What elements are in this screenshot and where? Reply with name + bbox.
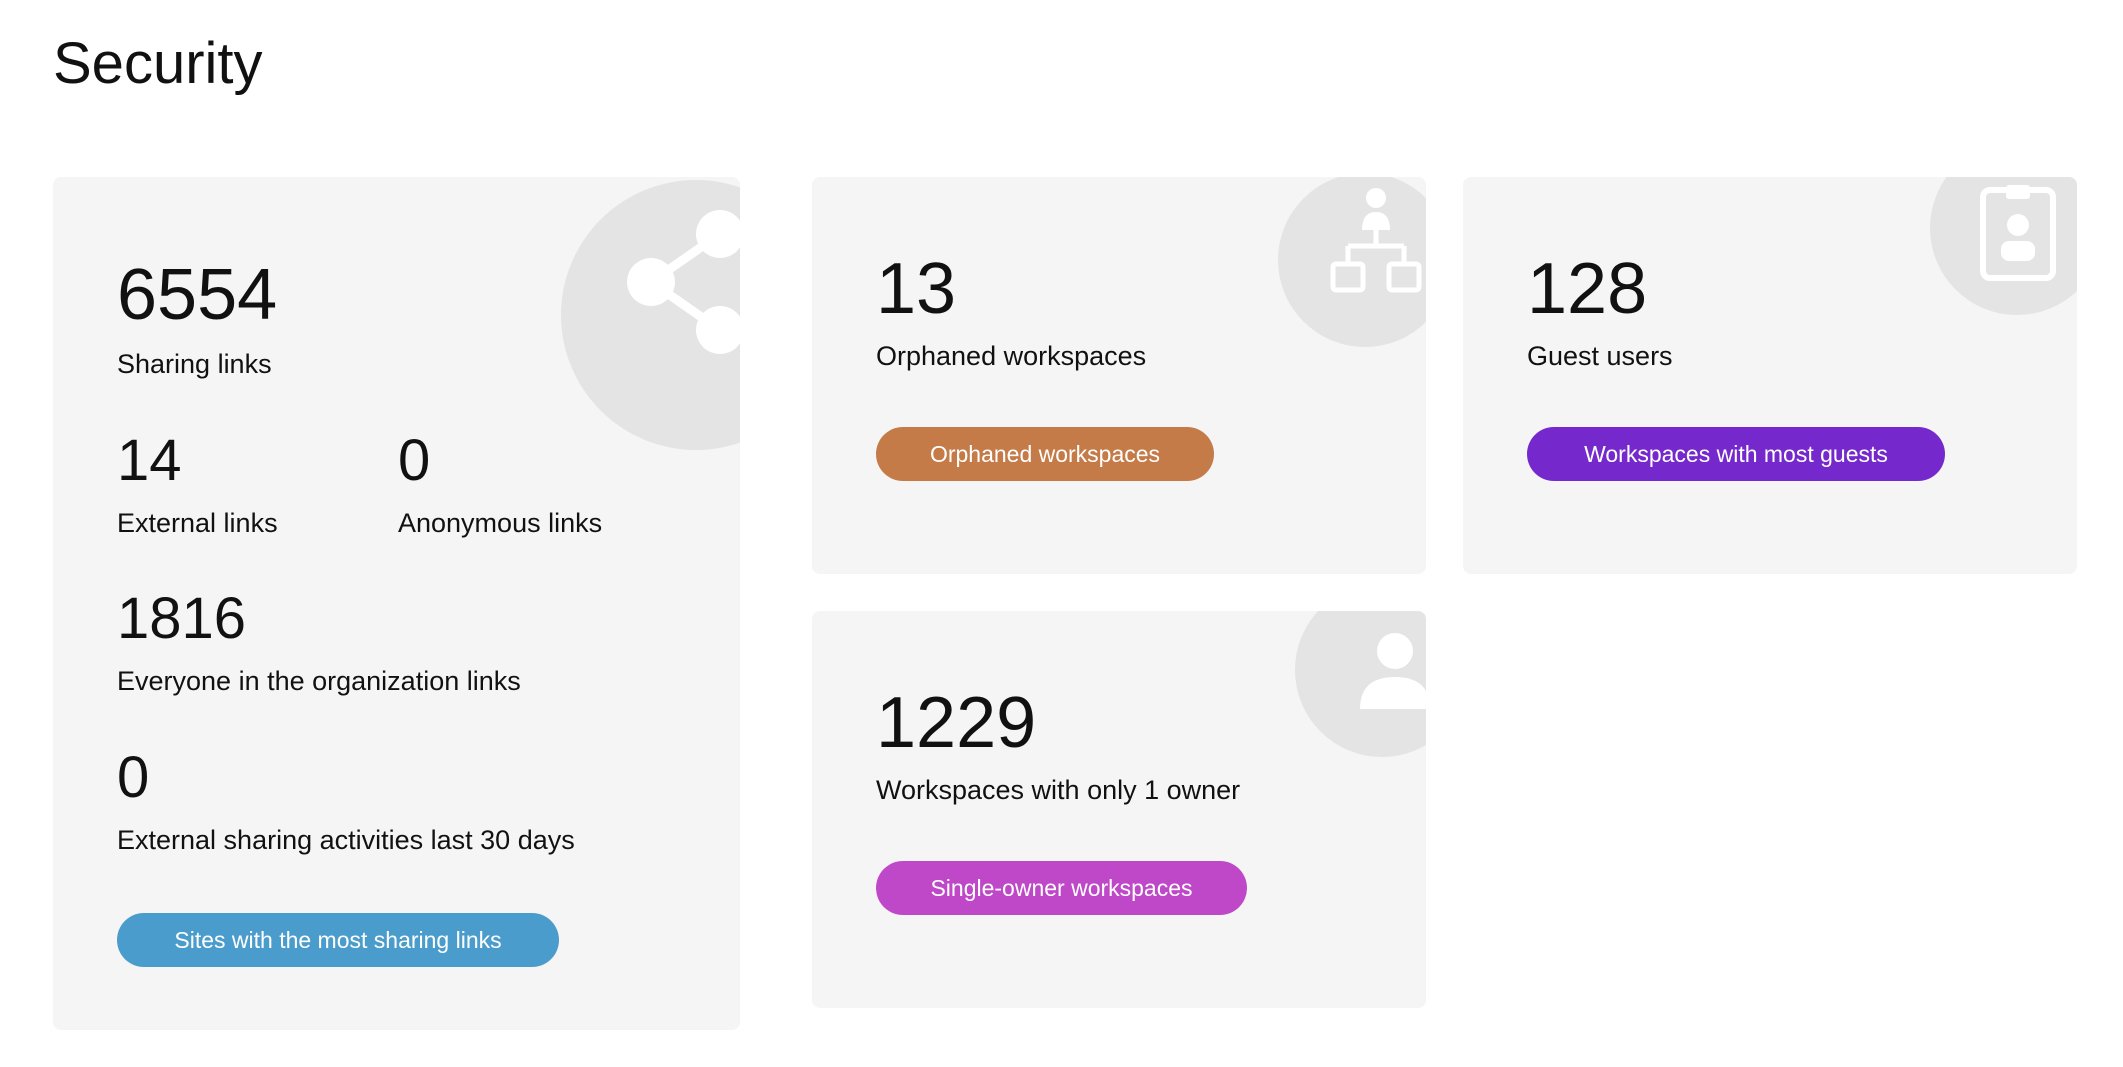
workspaces-most-guests-button[interactable]: Workspaces with most guests xyxy=(1527,427,1945,481)
anonymous-links-value: 0 xyxy=(398,428,431,493)
guest-users-card: 128 Guest users Workspaces with most gue… xyxy=(1463,177,2077,574)
single-owner-workspaces-card: 1229 Workspaces with only 1 owner Single… xyxy=(812,611,1426,1008)
org-links-label: Everyone in the organization links xyxy=(117,666,521,696)
person-icon-circle xyxy=(1295,611,1426,757)
page-title: Security xyxy=(53,31,263,96)
badge-icon xyxy=(1980,185,2056,281)
badge-icon-circle xyxy=(1930,177,2077,315)
orphaned-workspaces-card: 13 Orphaned workspaces Orphaned workspac… xyxy=(812,177,1426,574)
external-activity-label: External sharing activities last 30 days xyxy=(117,825,575,855)
hierarchy-icon xyxy=(1330,188,1422,293)
single-owner-workspaces-button[interactable]: Single-owner workspaces xyxy=(876,861,1247,915)
share-icon-circle xyxy=(561,180,740,450)
sharing-links-value: 6554 xyxy=(117,255,278,335)
sharing-links-label: Sharing links xyxy=(117,349,272,379)
external-links-label: External links xyxy=(117,508,278,538)
hierarchy-icon-circle xyxy=(1278,177,1426,347)
guest-users-label: Guest users xyxy=(1527,341,1673,371)
orphaned-workspaces-value: 13 xyxy=(876,249,957,329)
orphaned-workspaces-button[interactable]: Orphaned workspaces xyxy=(876,427,1214,481)
single-owner-value: 1229 xyxy=(876,683,1037,763)
share-icon xyxy=(627,210,740,354)
external-links-value: 14 xyxy=(117,428,182,493)
org-links-value: 1816 xyxy=(117,586,247,651)
single-owner-label: Workspaces with only 1 owner xyxy=(876,775,1241,805)
sharing-links-card: 6554 Sharing links 14 External links 0 A… xyxy=(53,177,740,1030)
security-page: Security 6554 Sharing links 14 External … xyxy=(0,0,2123,1067)
person-icon xyxy=(1360,633,1426,709)
external-activity-value: 0 xyxy=(117,745,150,810)
sites-most-sharing-links-button[interactable]: Sites with the most sharing links xyxy=(117,913,559,967)
guest-users-value: 128 xyxy=(1527,249,1648,329)
orphaned-workspaces-label: Orphaned workspaces xyxy=(876,341,1147,371)
anonymous-links-label: Anonymous links xyxy=(398,508,603,538)
